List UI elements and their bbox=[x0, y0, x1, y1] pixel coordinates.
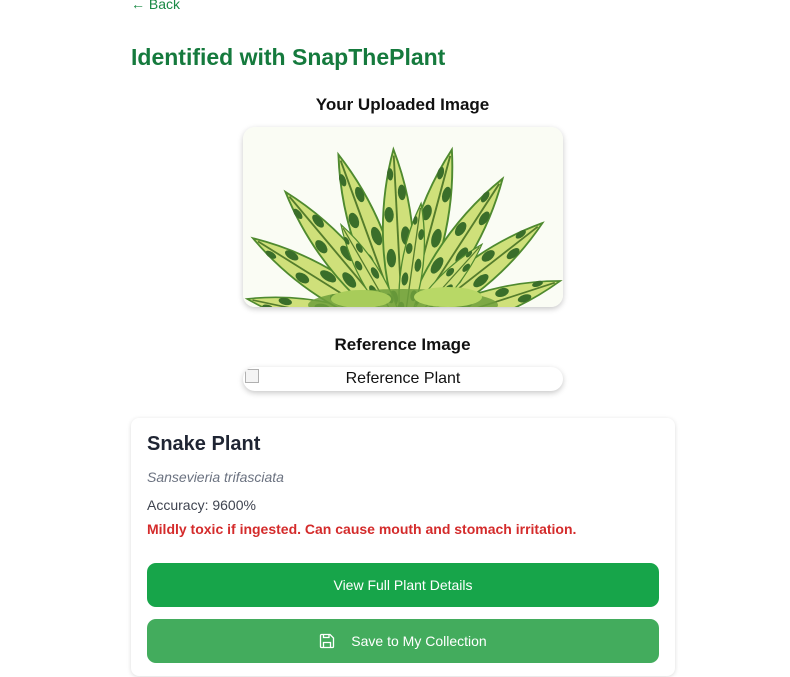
view-details-label: View Full Plant Details bbox=[333, 577, 473, 593]
plant-photo bbox=[243, 127, 563, 307]
plant-scientific-name: Sansevieria trifasciata bbox=[147, 469, 284, 485]
view-full-plant-details-button[interactable]: View Full Plant Details bbox=[147, 563, 659, 607]
reference-image-alt-text: Reference Plant bbox=[345, 370, 461, 387]
identification-result-card: Snake Plant Sansevieria trifasciata Accu… bbox=[131, 418, 675, 676]
back-link[interactable]: ← Back bbox=[131, 0, 180, 12]
save-to-collection-button[interactable]: Save to My Collection bbox=[147, 619, 659, 663]
save-to-collection-label: Save to My Collection bbox=[351, 633, 487, 649]
plant-identification-page: ← Back Identified with SnapThePlant Your… bbox=[0, 0, 790, 677]
uploaded-plant-image bbox=[243, 127, 563, 307]
accuracy-value: Accuracy: 9600% bbox=[147, 497, 256, 513]
plant-common-name: Snake Plant bbox=[147, 433, 261, 455]
reference-image-heading: Reference Image bbox=[334, 335, 471, 354]
toxicity-warning: Mildly toxic if ingested. Can cause mout… bbox=[147, 521, 577, 537]
reference-plant-image: Reference Plant bbox=[243, 367, 563, 391]
floppy-disk-icon bbox=[319, 633, 335, 649]
uploaded-image-heading: Your Uploaded Image bbox=[315, 95, 490, 114]
page-title: Identified with SnapThePlant bbox=[131, 44, 446, 70]
